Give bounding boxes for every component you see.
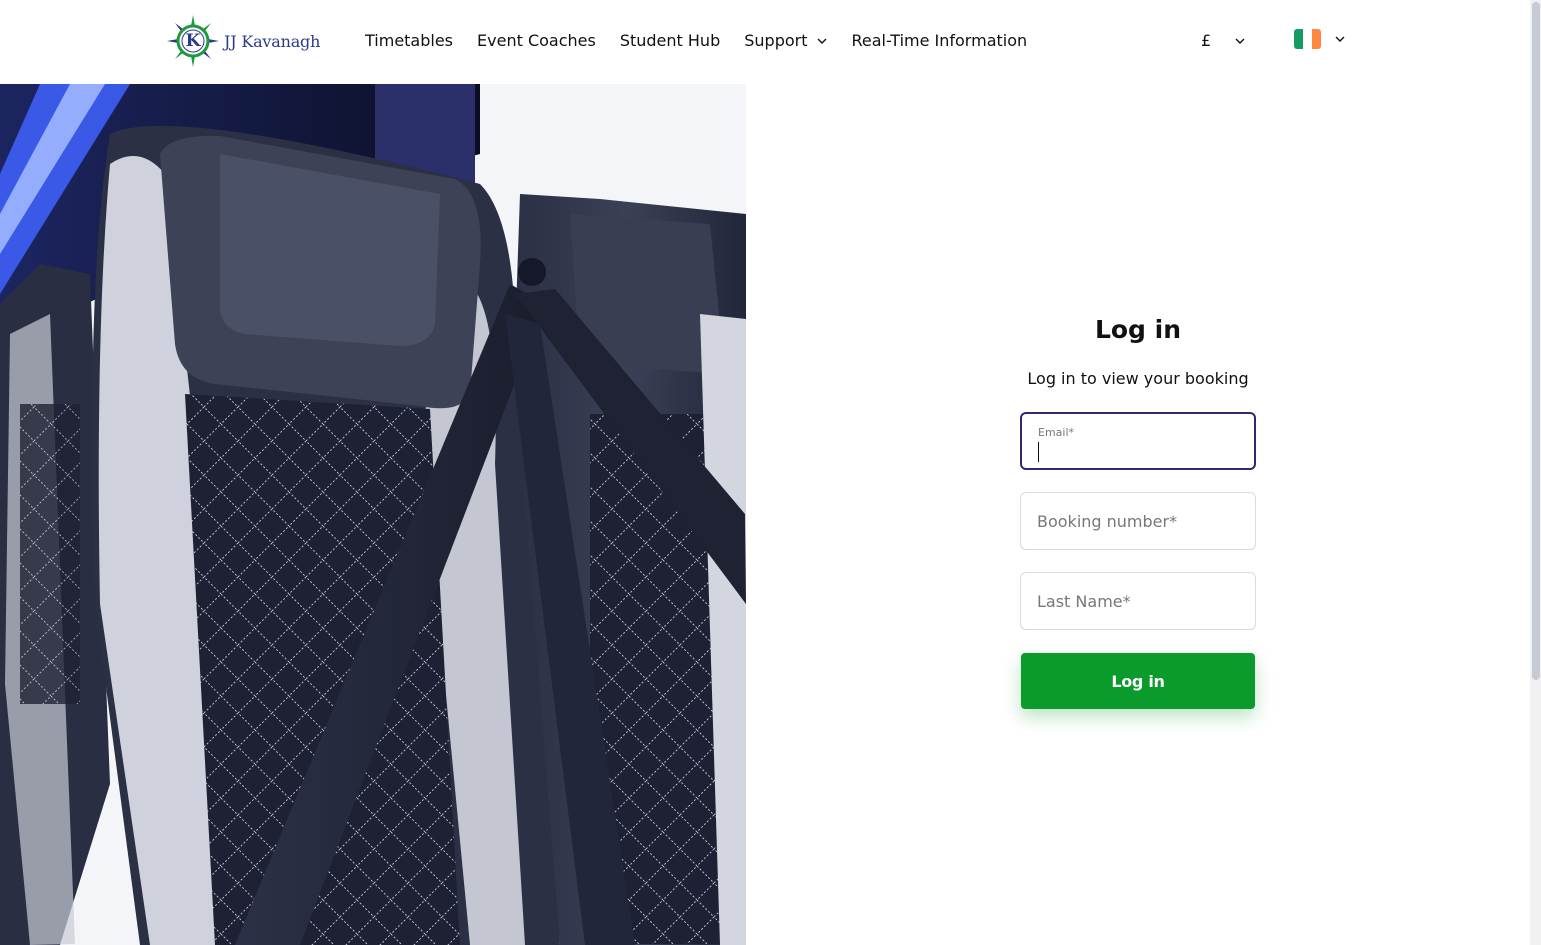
nav-item-support-label: Support <box>744 31 808 50</box>
main-nav: Timetables Event Coaches Student Hub Sup… <box>365 31 1027 50</box>
nav-item-student-hub[interactable]: Student Hub <box>620 31 720 50</box>
last-name-input[interactable] <box>1021 573 1255 629</box>
nav-item-timetables[interactable]: Timetables <box>365 31 453 50</box>
chevron-down-icon <box>1235 38 1245 44</box>
nav-item-real-time-information[interactable]: Real-Time Information <box>851 31 1027 50</box>
nav-item-event-coaches[interactable]: Event Coaches <box>477 31 596 50</box>
email-field[interactable]: Email* <box>1020 412 1256 470</box>
logo-link[interactable]: K JJ Kavanagh <box>166 14 320 68</box>
currency-selector[interactable]: £ <box>1201 31 1245 50</box>
login-title: Log in <box>1094 315 1182 344</box>
currency-symbol: £ <box>1201 31 1212 50</box>
login-subtitle: Log in to view your booking <box>1027 369 1249 388</box>
login-form: Log in Log in to view your booking Email… <box>1020 310 1256 709</box>
scrollbar-thumb[interactable] <box>1532 2 1540 680</box>
ireland-flag-icon <box>1294 29 1321 49</box>
email-label: Email* <box>1038 426 1075 439</box>
page-scrollbar[interactable] <box>1530 0 1541 945</box>
chevron-down-icon <box>1335 36 1345 42</box>
logo-wordmark: JJ Kavanagh <box>224 31 321 51</box>
booking-number-field <box>1020 492 1256 550</box>
chevron-down-icon <box>817 38 827 44</box>
logo-monogram: K <box>185 31 201 51</box>
booking-number-input[interactable] <box>1021 493 1255 549</box>
last-name-field <box>1020 572 1256 630</box>
text-caret <box>1038 442 1039 462</box>
compass-logo-icon: K <box>166 14 220 68</box>
site-header: K JJ Kavanagh Timetables Event Coaches S… <box>0 0 1530 84</box>
coach-seat-photo <box>0 84 746 945</box>
nav-item-support[interactable]: Support <box>744 31 827 50</box>
language-selector[interactable] <box>1294 29 1345 49</box>
login-button[interactable]: Log in <box>1021 653 1255 709</box>
